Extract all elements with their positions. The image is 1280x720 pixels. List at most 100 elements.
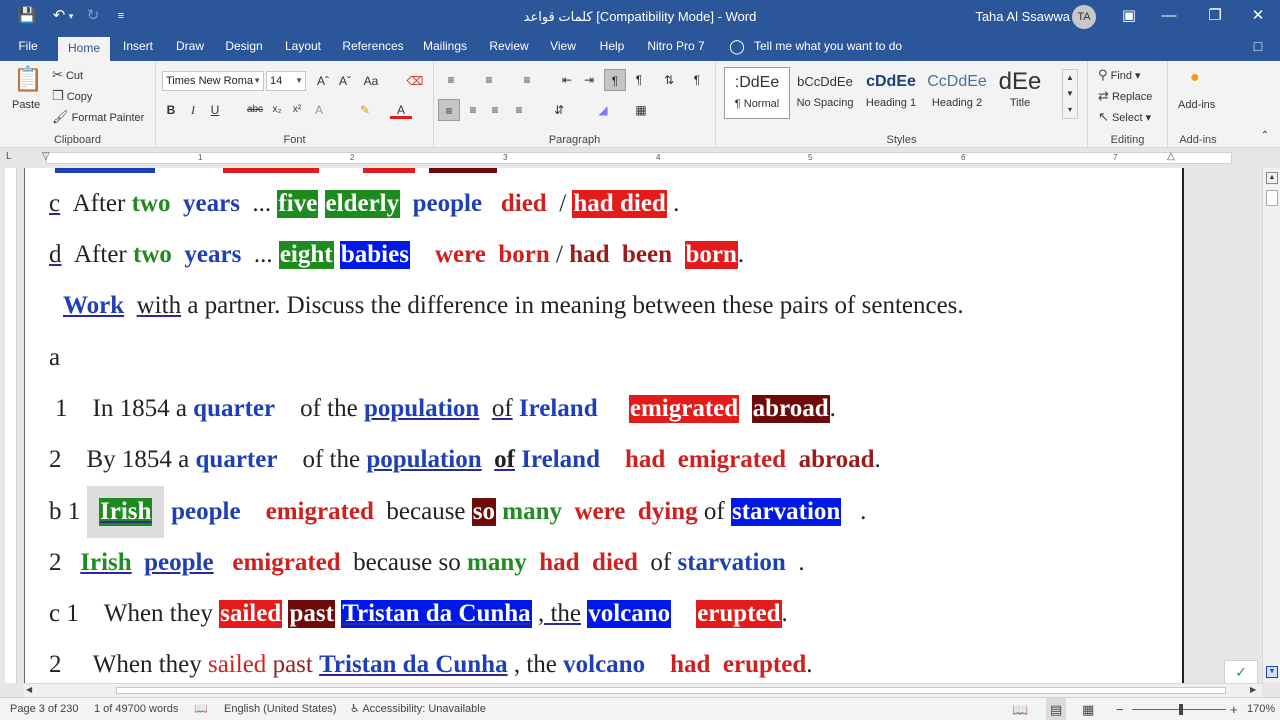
text-effects-icon[interactable]: A bbox=[308, 99, 330, 121]
ribbon-display-options-icon[interactable]: ▣ bbox=[1114, 0, 1144, 34]
tab-file[interactable]: File bbox=[10, 34, 46, 61]
italic-icon[interactable]: I bbox=[182, 99, 204, 121]
font-color-icon[interactable]: A bbox=[390, 99, 412, 119]
restore-icon[interactable]: ❐ bbox=[1200, 0, 1230, 34]
font-name-select[interactable]: Times New Roma ▼ bbox=[162, 71, 264, 91]
cut-button[interactable]: ✂ Cut bbox=[52, 67, 83, 83]
print-layout-icon[interactable]: ▤ bbox=[1046, 698, 1067, 720]
zoom-level[interactable]: 170% bbox=[1247, 698, 1275, 720]
comments-icon[interactable]: □ bbox=[1246, 34, 1270, 61]
document-page[interactable]: c After two years ... five elderly peopl… bbox=[24, 168, 1184, 683]
vertical-scrollbar[interactable]: ▲ ▼ bbox=[1262, 168, 1280, 683]
read-mode-icon[interactable]: 📖 bbox=[1012, 698, 1028, 720]
word-count[interactable]: 1 of 49700 words bbox=[94, 698, 178, 720]
ruler-band: 1 2 3 4 5 6 7 ▽ △ bbox=[42, 151, 1232, 164]
style-no-spacing[interactable]: bCcDdEe No Spacing bbox=[792, 67, 858, 119]
bullets-icon[interactable]: ≡ bbox=[440, 69, 462, 91]
grow-font-icon[interactable]: Aˆ bbox=[312, 70, 334, 92]
ltr-direction-icon[interactable]: ¶ bbox=[604, 69, 626, 91]
hscroll-thumb[interactable] bbox=[116, 687, 1226, 694]
style-heading-1[interactable]: cDdEe Heading 1 bbox=[858, 67, 924, 119]
zoom-in-icon[interactable]: + bbox=[1230, 698, 1238, 720]
style-title[interactable]: dEe Title bbox=[992, 67, 1048, 119]
subscript-icon[interactable]: x₂ bbox=[266, 99, 288, 121]
tab-references[interactable]: References bbox=[338, 34, 408, 61]
collapse-ribbon-icon[interactable]: ⌃ bbox=[1254, 125, 1276, 147]
language-indicator[interactable]: English (United States) bbox=[224, 698, 337, 720]
replace-button[interactable]: ⇄ Replace bbox=[1098, 88, 1152, 104]
indent-marker-icon[interactable]: ▽ bbox=[42, 151, 50, 162]
copy-button[interactable]: ❐ Copy bbox=[52, 88, 92, 104]
underline-icon[interactable]: U bbox=[204, 99, 226, 121]
horizontal-scrollbar[interactable]: ◀ ▶ bbox=[24, 683, 1262, 697]
vertical-ruler[interactable] bbox=[5, 168, 17, 683]
redo-icon[interactable]: ↻ bbox=[78, 0, 108, 34]
superscript-icon[interactable]: x² bbox=[286, 99, 308, 121]
increase-indent-icon[interactable]: ⇥ bbox=[578, 69, 600, 91]
zoom-slider-thumb[interactable] bbox=[1179, 704, 1183, 715]
undo-dropdown-icon[interactable]: ▾ bbox=[64, 0, 78, 34]
scroll-left-icon[interactable]: ◀ bbox=[26, 685, 32, 694]
select-button[interactable]: ↖ Select ▾ bbox=[1098, 109, 1151, 125]
tab-draw[interactable]: Draw bbox=[170, 34, 210, 61]
strikethrough-icon[interactable]: abc bbox=[244, 99, 266, 121]
scroll-down-icon[interactable]: ▼ bbox=[1266, 666, 1278, 678]
tab-selector-icon[interactable]: L bbox=[6, 151, 12, 162]
find-button[interactable]: ⚲ Find ▾ bbox=[1098, 67, 1141, 83]
tab-insert[interactable]: Insert bbox=[118, 34, 158, 61]
style-heading-2[interactable]: CcDdEe Heading 2 bbox=[924, 67, 990, 119]
rtl-direction-icon[interactable]: ¶ bbox=[628, 69, 650, 91]
align-center-icon[interactable]: ≡ bbox=[462, 99, 484, 121]
style-normal[interactable]: :DdEe ¶ Normal bbox=[724, 67, 790, 119]
tab-view[interactable]: View bbox=[544, 34, 582, 61]
save-icon[interactable]: 💾 bbox=[12, 0, 42, 34]
user-name[interactable]: Taha Al Ssawwa bbox=[960, 0, 1070, 34]
tab-home[interactable]: Home bbox=[58, 37, 110, 61]
scroll-right-icon[interactable]: ▶ bbox=[1250, 685, 1256, 694]
align-right-icon[interactable]: ≡ bbox=[484, 99, 506, 121]
customize-toolbar-icon[interactable]: ≡ bbox=[106, 0, 136, 34]
right-indent-marker-icon[interactable]: △ bbox=[1167, 151, 1175, 162]
page-count[interactable]: Page 3 of 230 bbox=[10, 698, 79, 720]
scroll-up-icon[interactable]: ▲ bbox=[1266, 172, 1278, 184]
justify-icon[interactable]: ≡ bbox=[508, 99, 530, 121]
paste-icon[interactable]: 📋 bbox=[10, 65, 46, 99]
tab-layout[interactable]: Layout bbox=[280, 34, 326, 61]
minimize-icon[interactable]: — bbox=[1154, 0, 1184, 34]
web-layout-icon[interactable]: ▦ bbox=[1082, 698, 1094, 720]
proofing-icon[interactable]: 📖 bbox=[194, 698, 208, 720]
clear-formatting-icon[interactable]: ⌫ bbox=[404, 70, 426, 92]
close-icon[interactable]: ✕ bbox=[1243, 0, 1273, 34]
shrink-font-icon[interactable]: Aˇ bbox=[334, 70, 356, 92]
borders-icon[interactable]: ▦ bbox=[630, 99, 652, 121]
sort-icon[interactable]: ⇅ bbox=[658, 69, 680, 91]
tab-nitro-pro[interactable]: Nitro Pro 7 bbox=[644, 34, 708, 61]
addins-icon[interactable]: ● bbox=[1190, 69, 1200, 87]
show-formatting-marks-icon[interactable]: ¶ bbox=[686, 69, 708, 91]
change-case-icon[interactable]: Aa bbox=[360, 70, 382, 92]
tab-mailings[interactable]: Mailings bbox=[418, 34, 472, 61]
numbering-icon[interactable]: ≡ bbox=[478, 69, 500, 91]
check-icon[interactable]: ✓ bbox=[1224, 660, 1258, 683]
multilevel-list-icon[interactable]: ≡ bbox=[516, 69, 538, 91]
tell-me-search[interactable]: Tell me what you want to do bbox=[754, 34, 904, 61]
format-painter-button[interactable]: 🖌 Format Painter bbox=[52, 109, 144, 125]
zoom-out-icon[interactable]: − bbox=[1116, 698, 1124, 720]
accessibility-indicator[interactable]: ♿ Accessibility: Unavailable bbox=[350, 698, 486, 720]
shading-icon[interactable]: ◢ bbox=[592, 99, 614, 121]
decrease-indent-icon[interactable]: ⇤ bbox=[556, 69, 578, 91]
tab-design[interactable]: Design bbox=[222, 34, 266, 61]
font-size-select[interactable]: 14 ▼ bbox=[266, 71, 306, 91]
align-left-icon[interactable]: ≡ bbox=[438, 99, 460, 121]
highlight-color-icon[interactable]: ✎ bbox=[354, 99, 376, 121]
paste-button[interactable]: Paste bbox=[12, 99, 40, 111]
line-spacing-icon[interactable]: ⇵ bbox=[548, 99, 570, 121]
styles-gallery-scroll[interactable]: ▲ ▼ ▾ bbox=[1062, 69, 1078, 119]
avatar[interactable]: TA bbox=[1072, 5, 1096, 29]
horizontal-ruler[interactable]: L 1 2 3 4 5 6 7 ▽ △ bbox=[0, 148, 1280, 168]
tab-help[interactable]: Help bbox=[594, 34, 630, 61]
addins-button[interactable]: Add-ins bbox=[1178, 99, 1215, 111]
tab-review[interactable]: Review bbox=[484, 34, 534, 61]
bold-icon[interactable]: B bbox=[160, 99, 182, 121]
scroll-thumb[interactable] bbox=[1266, 190, 1278, 206]
